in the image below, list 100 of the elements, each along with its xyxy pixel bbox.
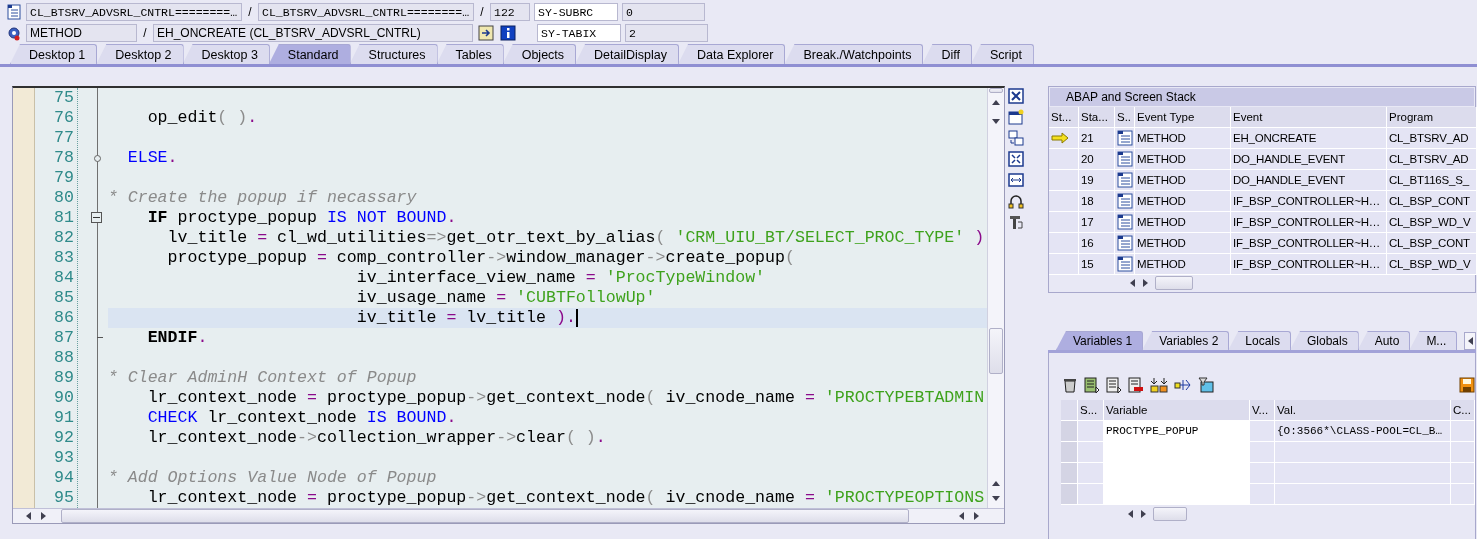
scroll-right-icon[interactable] xyxy=(1140,509,1147,519)
include-field[interactable]: CL_BTSRV_ADVSRL_CNTRL========… xyxy=(258,3,474,21)
tab[interactable]: Structures xyxy=(349,44,438,64)
column-header[interactable]: Variable xyxy=(1104,400,1250,421)
table-cell: {O:3566*\CLASS-POOL=CL_B… xyxy=(1275,421,1451,442)
tab[interactable]: Break./Watchpoints xyxy=(784,44,924,64)
scroll-left-icon[interactable] xyxy=(25,511,32,521)
program-field[interactable]: CL_BTSRV_ADVSRL_CNTRL========… xyxy=(26,3,242,21)
table-cell: IF_BSP_CONTROLLER~H… xyxy=(1231,232,1387,254)
scroll-left-icon[interactable] xyxy=(958,511,965,521)
minus-icon xyxy=(92,217,100,218)
code-line: op_edit( ). xyxy=(146,108,258,128)
event-field[interactable]: EH_ONCREATE (CL_BTSRV_ADVSRL_CNTRL) xyxy=(153,24,473,42)
column-header[interactable]: St... xyxy=(1049,106,1079,128)
tab[interactable]: Desktop 1 xyxy=(10,44,98,64)
tab[interactable]: Auto xyxy=(1357,331,1411,350)
code-editor[interactable] xyxy=(12,86,1005,524)
column-header[interactable]: Event xyxy=(1231,106,1387,128)
gear-icon[interactable] xyxy=(6,25,22,41)
arch-icon[interactable] xyxy=(1008,193,1024,209)
column-header[interactable]: S... xyxy=(1078,400,1104,421)
variable-value-field[interactable]: 0 xyxy=(622,3,705,21)
scroll-down-icon[interactable] xyxy=(991,118,1001,125)
collapse-button[interactable] xyxy=(90,212,102,223)
column-header[interactable]: C... xyxy=(1451,400,1475,421)
tab[interactable]: Tables xyxy=(436,44,504,64)
tab[interactable]: Diff xyxy=(922,44,972,64)
branch-icon[interactable] xyxy=(1174,377,1192,393)
line-field[interactable]: 122 xyxy=(490,3,530,21)
tab[interactable]: Desktop 2 xyxy=(96,44,184,64)
horizontal-scrollbar[interactable] xyxy=(13,508,1004,523)
table-cell: 15 xyxy=(1079,253,1115,275)
event-type-field[interactable]: METHOD xyxy=(26,24,137,42)
scroll-left-icon[interactable] xyxy=(1466,336,1474,346)
scrollbar-thumb[interactable] xyxy=(61,509,909,523)
column-header[interactable]: Event Type xyxy=(1135,106,1231,128)
tab[interactable]: Variables 1 xyxy=(1056,331,1144,350)
list-import-icon[interactable] xyxy=(1106,377,1122,393)
scroll-right-icon[interactable] xyxy=(40,511,47,521)
panel-title: ABAP and Screen Stack xyxy=(1050,88,1474,106)
swap-icon[interactable] xyxy=(1008,130,1024,146)
scrollbar-thumb[interactable] xyxy=(1155,276,1193,291)
list-export-icon[interactable] xyxy=(1084,377,1100,393)
variable-value-field[interactable]: 2 xyxy=(625,24,708,42)
tab[interactable]: Data Explorer xyxy=(678,44,786,64)
scroll-left-icon[interactable] xyxy=(1129,278,1136,289)
info-icon[interactable] xyxy=(499,24,517,42)
tab[interactable]: Script xyxy=(970,44,1034,64)
scroll-down-icon[interactable] xyxy=(991,495,1001,502)
tab[interactable]: Standard xyxy=(268,44,351,64)
list-remove-icon[interactable] xyxy=(1128,377,1144,393)
table-cell: CL_BSP_CONT xyxy=(1387,232,1477,254)
table-cell: 20 xyxy=(1079,148,1115,170)
scroll-up-icon[interactable] xyxy=(991,480,1001,487)
scrollbar-thumb[interactable] xyxy=(1153,507,1187,521)
list-icon[interactable] xyxy=(6,4,22,20)
tab[interactable]: Locals xyxy=(1228,331,1291,350)
tab[interactable]: Globals xyxy=(1290,331,1359,350)
tool-icon[interactable] xyxy=(1008,214,1024,230)
sort-icon[interactable] xyxy=(1150,377,1168,393)
tab[interactable]: Objects xyxy=(502,44,577,64)
expand-icon[interactable] xyxy=(1008,151,1024,167)
scrollbar-button[interactable] xyxy=(989,88,1003,93)
column-header[interactable]: V... xyxy=(1250,400,1275,421)
table-cell: EH_ONCREATE xyxy=(1231,127,1387,149)
tab[interactable]: Desktop 3 xyxy=(182,44,270,64)
column-header[interactable]: Sta... xyxy=(1079,106,1115,128)
line-number: 91 xyxy=(52,408,75,428)
table-cell: METHOD xyxy=(1135,190,1231,212)
scroll-right-icon[interactable] xyxy=(1142,278,1149,289)
vertical-scrollbar[interactable] xyxy=(987,88,1004,508)
table-cell: 16 xyxy=(1079,232,1115,254)
close-icon[interactable] xyxy=(1008,88,1024,104)
new-window-icon[interactable] xyxy=(1008,109,1024,125)
fold-end-marker xyxy=(96,337,103,338)
line-number: 81 xyxy=(52,208,75,228)
variable-name-field[interactable]: SY-SUBRC xyxy=(534,3,618,21)
variable-name-field[interactable]: SY-TABIX xyxy=(537,24,621,42)
column-header[interactable]: Program xyxy=(1387,106,1477,128)
column-header[interactable]: Val. xyxy=(1275,400,1451,421)
filter-icon[interactable] xyxy=(1198,377,1214,393)
resize-icon[interactable] xyxy=(1008,172,1024,188)
line-number: 87 xyxy=(52,328,75,348)
tab[interactable]: DetailDisplay xyxy=(575,44,680,64)
tab[interactable]: M... xyxy=(1409,331,1458,350)
column-header[interactable]: S.. xyxy=(1115,106,1135,128)
scroll-up-icon[interactable] xyxy=(991,99,1001,106)
save-icon[interactable] xyxy=(1459,377,1475,393)
navigate-icon[interactable] xyxy=(477,24,495,42)
table-cell: CL_BTSRV_AD xyxy=(1387,127,1477,149)
code-line: IF proctype_popup IS NOT BOUND. xyxy=(146,208,457,228)
scrollbar-thumb[interactable] xyxy=(989,328,1003,374)
scroll-tabs-button[interactable] xyxy=(1464,332,1476,350)
line-number: 86 xyxy=(52,308,75,328)
trash-icon[interactable] xyxy=(1062,377,1078,393)
line-number: 90 xyxy=(52,388,75,408)
table-cell: METHOD xyxy=(1135,148,1231,170)
scroll-left-icon[interactable] xyxy=(1127,509,1134,519)
tab[interactable]: Variables 2 xyxy=(1142,331,1230,350)
scroll-right-icon[interactable] xyxy=(973,511,980,521)
